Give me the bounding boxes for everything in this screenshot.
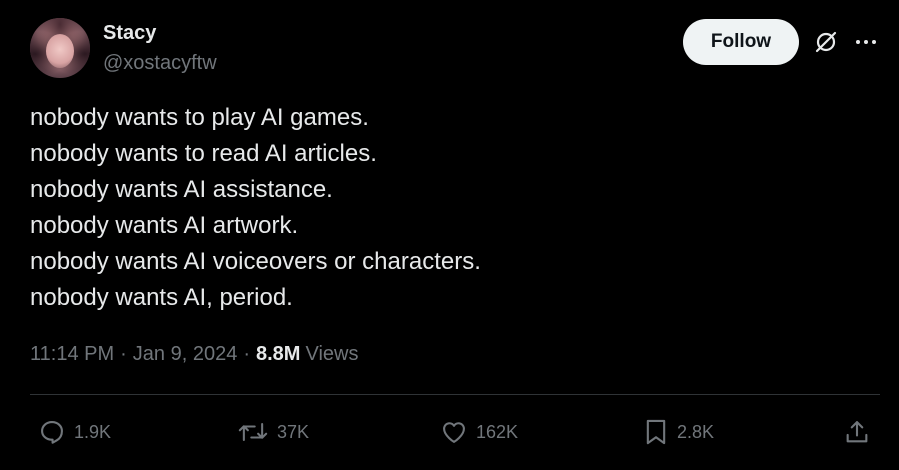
meta-separator: ·	[120, 343, 127, 365]
tweet-time[interactable]: 11:14 PM	[30, 343, 114, 366]
bookmark-icon	[643, 418, 669, 446]
avatar[interactable]	[30, 18, 90, 78]
tweet-text: nobody wants to play AI games. nobody wa…	[30, 100, 870, 316]
tweet-line: nobody wants AI assistance.	[30, 176, 333, 203]
follow-button[interactable]: Follow	[683, 19, 799, 65]
views-label: Views	[305, 343, 359, 365]
bookmark-button[interactable]: 2.8K	[643, 412, 714, 452]
tweet-line: nobody wants to play AI games.	[30, 104, 369, 131]
tweet-meta: 11:14 PM · Jan 9, 2024 · 8.8M Views	[30, 343, 358, 366]
tweet-card: Stacy @xostacyftw Follow nobody wants to…	[0, 0, 899, 470]
repost-button[interactable]: 37K	[237, 412, 309, 452]
like-count: 162K	[476, 421, 519, 442]
bookmark-count: 2.8K	[677, 421, 715, 442]
author-name[interactable]: Stacy	[103, 22, 156, 45]
views-count[interactable]: 8.8M	[256, 343, 300, 366]
reply-icon	[38, 418, 66, 446]
tweet-line: nobody wants AI voiceovers or characters…	[30, 248, 481, 275]
reply-count: 1.9K	[74, 421, 112, 442]
repost-count: 37K	[277, 421, 310, 442]
author-handle[interactable]: @xostacyftw	[103, 52, 217, 75]
meta-separator: ·	[243, 343, 250, 365]
more-icon[interactable]	[853, 30, 879, 54]
grok-icon[interactable]	[813, 29, 839, 55]
tweet-line: nobody wants AI, period.	[30, 284, 293, 311]
repost-icon	[237, 418, 269, 446]
share-icon	[843, 418, 871, 446]
heart-icon	[440, 418, 468, 446]
action-bar: 1.9K 37K 162K 2.8K	[0, 412, 899, 452]
share-button[interactable]	[843, 412, 871, 452]
like-button[interactable]: 162K	[440, 412, 518, 452]
tweet-line: nobody wants to read AI articles.	[30, 140, 377, 167]
reply-button[interactable]: 1.9K	[38, 412, 111, 452]
tweet-line: nobody wants AI artwork.	[30, 212, 299, 239]
tweet-date[interactable]: Jan 9, 2024	[133, 343, 238, 366]
divider	[30, 394, 880, 395]
avatar-face	[46, 34, 74, 68]
